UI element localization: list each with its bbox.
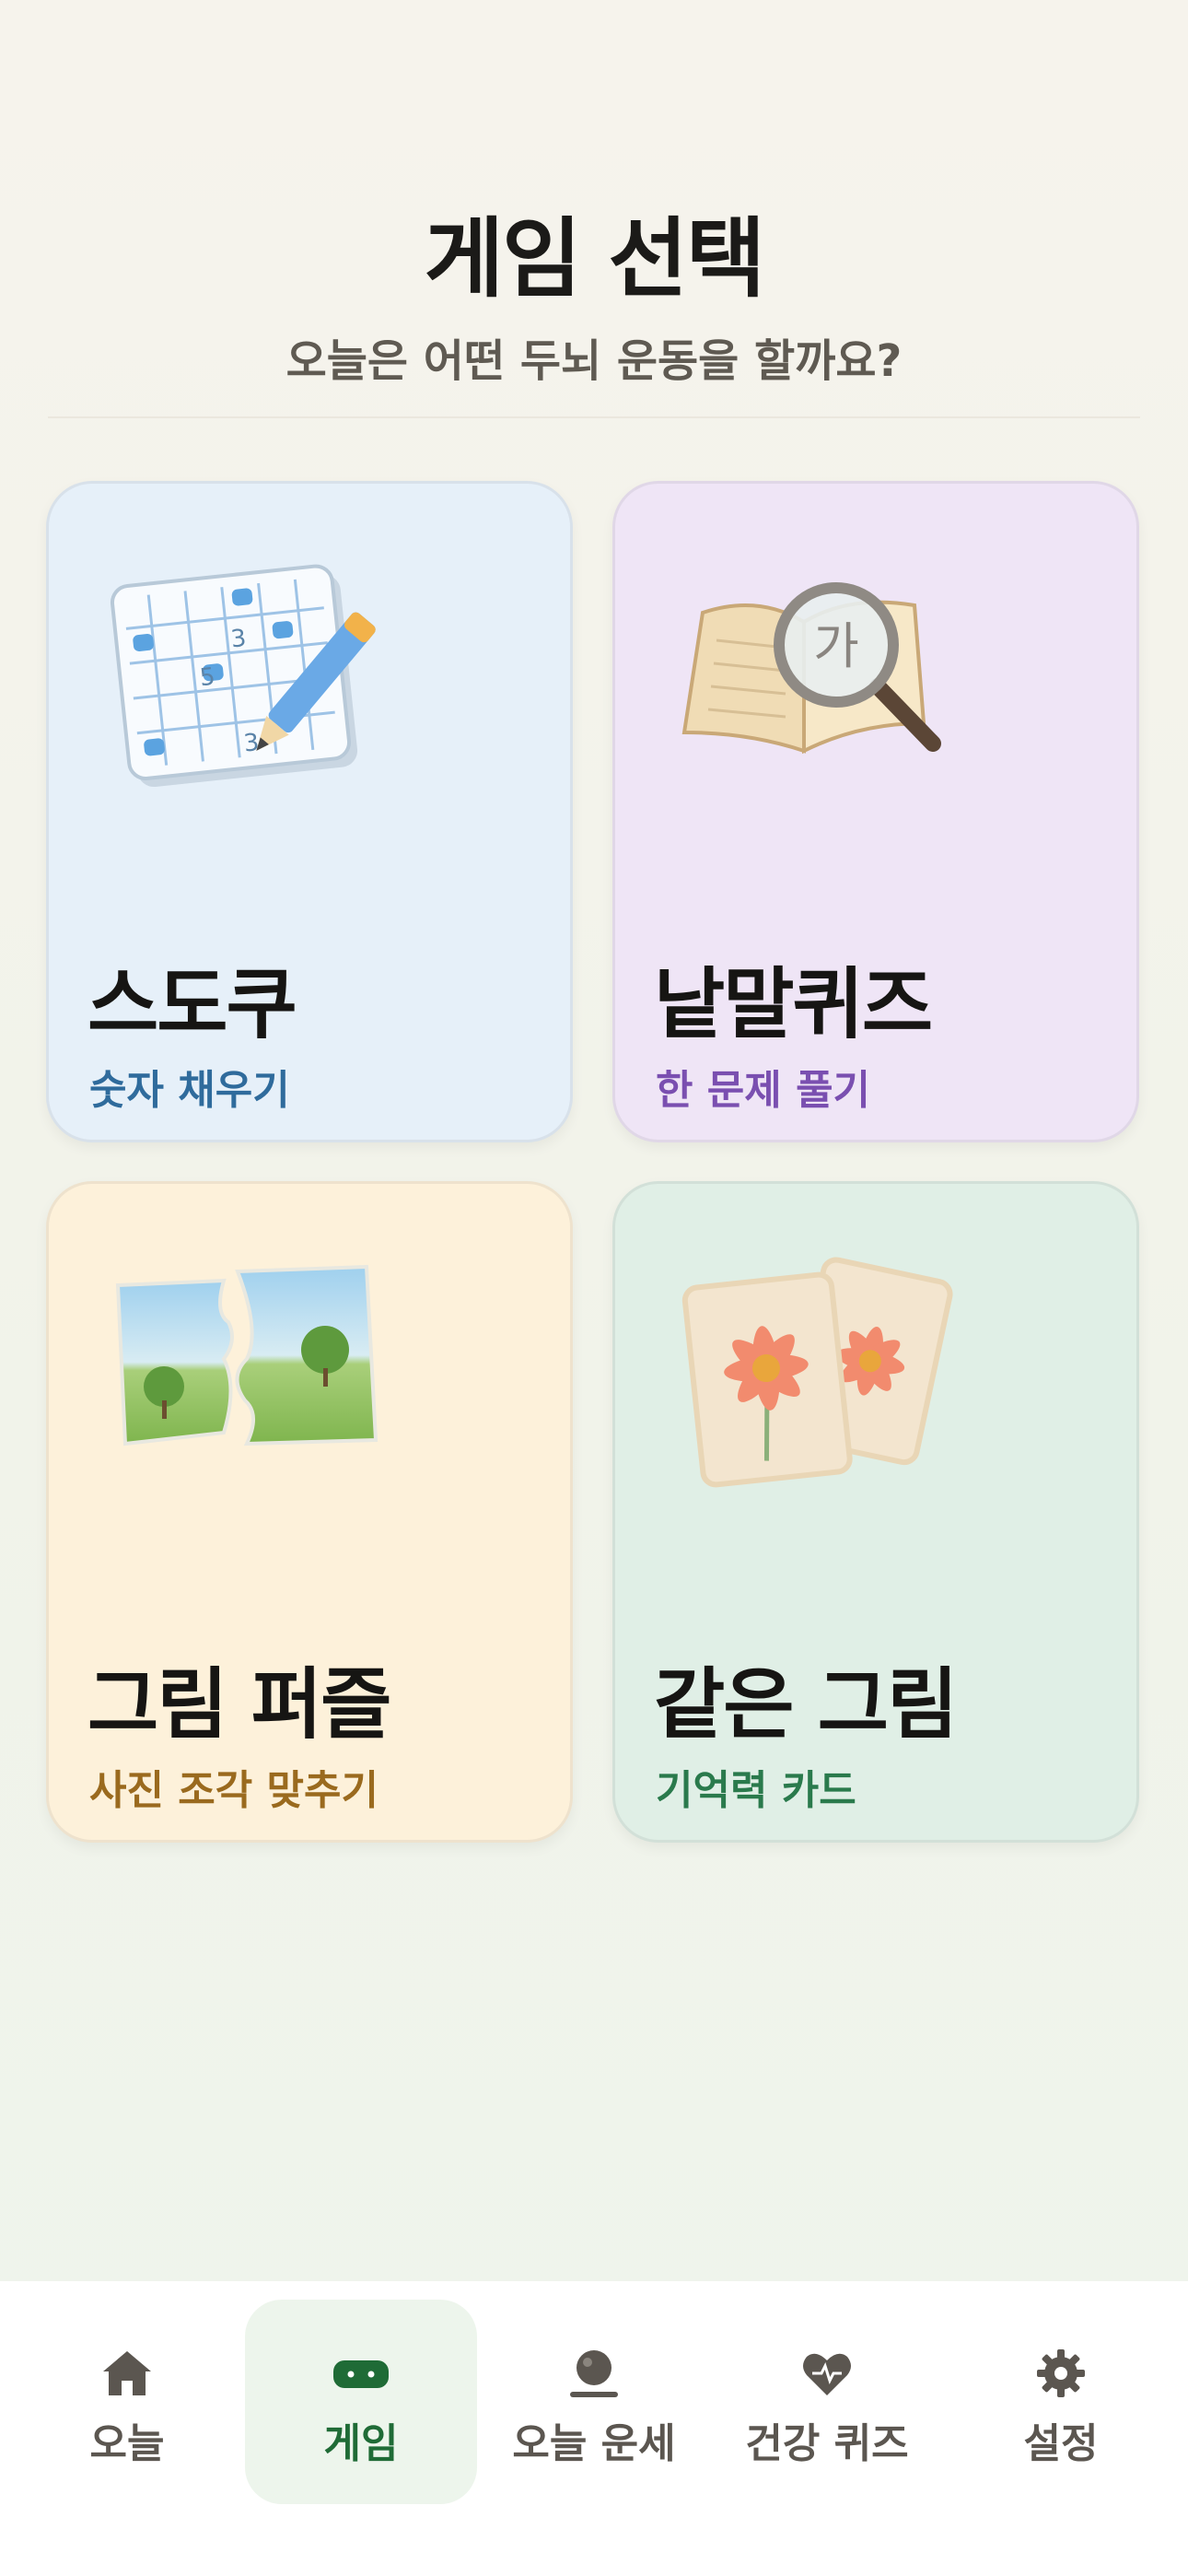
game-card-sudoku[interactable]: 3 5 3 스도쿠 숫자 채우기 <box>46 481 573 1142</box>
card-subtitle: 사진 조각 맞추기 <box>89 1767 379 1814</box>
card-title: 낱말퀴즈 <box>654 959 933 1049</box>
nav-label: 오늘 운세 <box>512 2420 676 2467</box>
gamepad-icon <box>333 2360 389 2388</box>
page-subtitle: 오늘은 어떤 두뇌 운동을 할까요? <box>285 335 903 387</box>
nav-label: 설정 <box>1023 2420 1099 2467</box>
crystal-ball-icon <box>570 2350 618 2397</box>
card-title: 스도쿠 <box>87 959 297 1049</box>
bottom-nav: 오늘 게임 오늘 운세 건강 퀴즈 설정 <box>0 2281 1188 2576</box>
home-icon <box>103 2351 151 2395</box>
jigsaw-landscape-icon <box>115 1264 379 1446</box>
svg-text:가: 가 <box>813 617 859 675</box>
card-subtitle: 숫자 채우기 <box>89 1067 290 1114</box>
flower-cards-icon <box>681 1257 953 1488</box>
card-subtitle: 한 문제 풀기 <box>656 1067 871 1114</box>
book-magnifier-icon: 가 <box>681 582 941 755</box>
card-title: 같은 그림 <box>654 1659 958 1750</box>
nav-item-today[interactable]: 오늘 <box>11 2300 243 2504</box>
game-card-picture-puzzle[interactable]: 그림 퍼즐 사진 조각 맞추기 <box>46 1181 573 1843</box>
nav-label: 게임 <box>323 2420 399 2467</box>
svg-text:3: 3 <box>229 625 248 654</box>
card-title: 그림 퍼즐 <box>87 1659 391 1750</box>
card-subtitle: 기억력 카드 <box>656 1767 856 1814</box>
nav-item-health-quiz[interactable]: 건강 퀴즈 <box>711 2300 943 2504</box>
page-title: 게임 선택 <box>424 209 766 310</box>
svg-text:5: 5 <box>198 663 216 693</box>
gear-icon <box>1037 2349 1085 2397</box>
nav-label: 건강 퀴즈 <box>745 2420 909 2467</box>
game-card-word-quiz[interactable]: 가 낱말퀴즈 한 문제 풀기 <box>612 481 1139 1142</box>
game-card-memory[interactable]: 같은 그림 기억력 카드 <box>612 1181 1139 1843</box>
nav-item-settings[interactable]: 설정 <box>945 2300 1177 2504</box>
nav-item-games[interactable]: 게임 <box>245 2300 477 2504</box>
heart-pulse-icon <box>803 2353 851 2395</box>
header-divider <box>48 416 1140 418</box>
nav-label: 오늘 <box>89 2420 165 2467</box>
svg-text:3: 3 <box>242 729 261 758</box>
nav-item-fortune[interactable]: 오늘 운세 <box>478 2300 710 2504</box>
sudoku-grid-icon: 3 5 3 <box>110 564 376 788</box>
